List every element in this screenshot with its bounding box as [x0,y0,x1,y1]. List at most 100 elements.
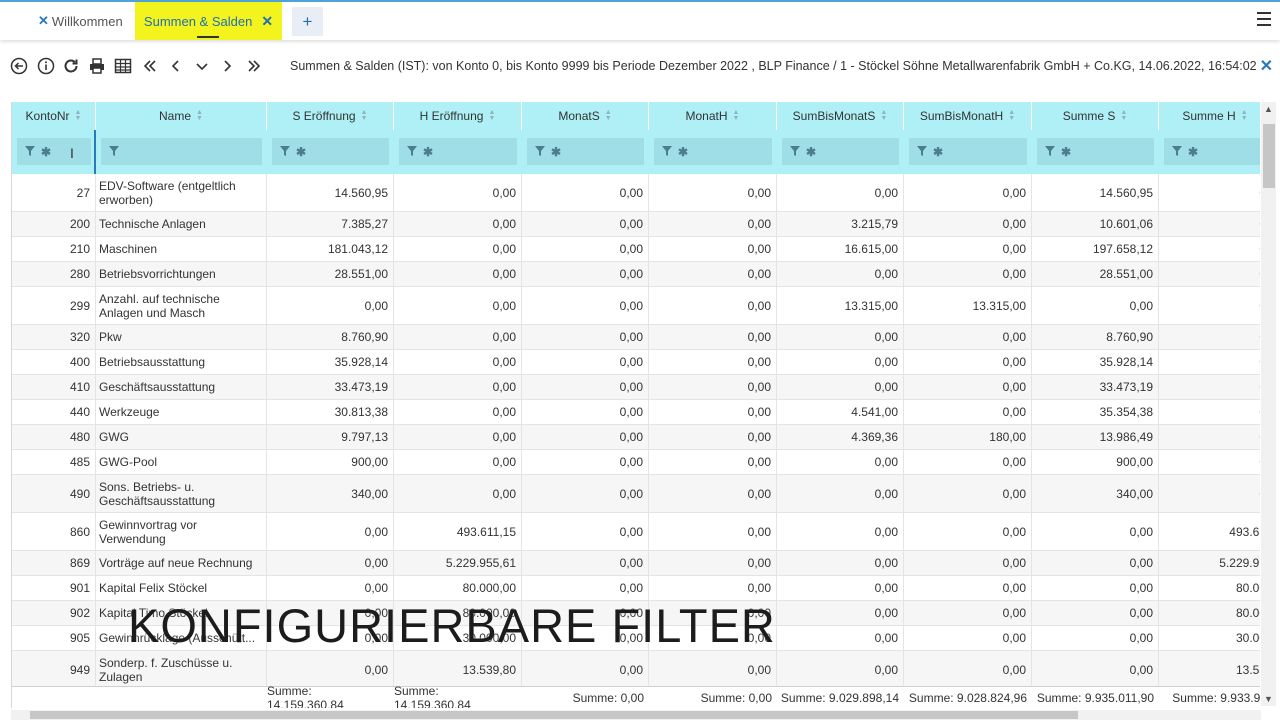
sort-icon[interactable]: ▲ ▼ [733,109,740,122]
filter-mode-icon[interactable]: ✱ [806,145,816,159]
table-row[interactable]: 490 Sons. Betriebs- u. Geschäftsausstattu… [12,475,1260,513]
filter-icon[interactable] [662,145,672,159]
filter-icon[interactable] [109,145,119,159]
filter-focus-indicator [94,130,96,174]
filter-cell-monat-s[interactable]: ✱ [527,138,644,165]
previous-icon[interactable] [167,57,185,75]
cell-s-eroeff: 33.473,19 [267,375,394,399]
table-row[interactable]: 200 Technische Anlagen 7.385,27 0,00 0,00 0,0… [12,212,1260,237]
table-row[interactable]: 860 Gewinnvortrag vor Verwendung 0,00 493.6… [12,513,1260,551]
filter-mode-icon[interactable]: ✱ [41,145,51,159]
vertical-scroll-thumb[interactable] [1263,124,1275,188]
table-row[interactable]: 299 Anzahl. auf technische Anlagen und Ma… [12,287,1260,325]
table-row[interactable]: 480 GWG 9.797,13 0,00 0,00 0,00 4.369,36 180,00… [12,425,1260,450]
sort-icon[interactable]: ▲ ▼ [1008,109,1015,122]
table-row[interactable]: 869 Vorträge auf neue Rechnung 0,00 5.229.9… [12,551,1260,576]
vertical-scrollbar[interactable] [1261,102,1276,706]
filter-cell-summe-s[interactable]: ✱ [1037,138,1154,165]
cell-sbm-h: 0,00 [904,651,1032,688]
cell-sbm-h: 0,00 [904,475,1032,512]
table-row[interactable]: 280 Betriebsvorrichtungen 28.551,00 0,00 0,0… [12,262,1260,287]
filter-icon[interactable] [1045,145,1055,159]
filter-mode-icon[interactable]: ✱ [678,145,688,159]
cell-h-eroeff: 80.000,00 [394,576,522,600]
print-icon[interactable] [88,57,106,75]
table-row[interactable]: 210 Maschinen 181.043,12 0,00 0,00 0,00 16.615… [12,237,1260,262]
table-row[interactable]: 410 Geschäftsausstattung 33.473,19 0,00 0,00… [12,375,1260,400]
column-header-monat-s[interactable]: MonatS ▲ ▼ [522,102,649,130]
sort-icon[interactable]: ▲ ▼ [488,109,495,122]
filter-cell-sbm-h[interactable]: ✱ [909,138,1027,165]
column-header-h-eroeff[interactable]: H Eröffnung ▲ ▼ [394,102,522,130]
filter-cell-h-eroeff[interactable]: ✱ [399,138,517,165]
filter-icon[interactable] [407,145,417,159]
sort-icon[interactable]: ▲ ▼ [880,109,887,122]
filter-icon[interactable] [535,145,545,159]
grid-header: KontoNr ▲ ▼ Name ▲ ▼ S Eröffnung ▲ ▼ H Eröffnung ▲… [12,102,1260,130]
chevron-down-icon[interactable] [193,57,211,75]
close-icon[interactable]: ✕ [38,13,49,29]
filter-mode-icon[interactable]: ✱ [1188,145,1198,159]
scroll-down-icon[interactable]: ▼ [1264,694,1273,704]
table-row[interactable]: 949 Sonderp. f. Zuschüsse u. Zulagen 0,00 1… [12,651,1260,689]
filter-icon[interactable] [790,145,800,159]
table-icon[interactable] [114,57,132,75]
filter-mode-icon[interactable]: ✱ [551,145,561,159]
column-header-konto[interactable]: KontoNr ▲ ▼ [12,102,96,130]
filter-cell-summe-h[interactable]: ✱ [1164,138,1260,165]
table-row[interactable]: 27 EDV-Software (entgeltlich erworben) 14.… [12,174,1260,212]
horizontal-scroll-thumb[interactable] [30,711,1078,719]
cell-sbm-s: 0,00 [777,513,904,550]
refresh-icon[interactable] [62,57,80,75]
column-header-sbm-s[interactable]: SumBisMonatS ▲ ▼ [777,102,904,130]
column-header-summe-s[interactable]: Summe S ▲ ▼ [1032,102,1159,130]
filter-cell-s-eroeff[interactable]: ✱ [272,138,389,165]
back-icon[interactable] [10,57,28,75]
column-header-sbm-h[interactable]: SumBisMonatH ▲ ▼ [904,102,1032,130]
column-header-summe-h[interactable]: Summe H ▲ ▼ [1159,102,1260,130]
last-page-icon[interactable] [245,57,263,75]
filter-mode-icon[interactable]: ✱ [1061,145,1071,159]
cell-sbm-h: 0,00 [904,350,1032,374]
filter-icon[interactable] [25,145,35,159]
filter-cell-monat-h[interactable]: ✱ [654,138,772,165]
filter-cell-konto[interactable]: ✱ [17,138,91,165]
cell-summe-h: 5.229.95 [1159,551,1260,575]
close-icon[interactable]: ✕ [1260,56,1273,76]
next-icon[interactable] [218,57,236,75]
tab-welcome[interactable]: ✕ Willkommen [38,2,123,40]
column-header-monat-h[interactable]: MonatH ▲ ▼ [649,102,777,130]
table-row[interactable]: 320 Pkw 8.760,90 0,00 0,00 0,00 0,00 0,00 8.760,… [12,325,1260,350]
close-icon[interactable]: ✕ [261,13,273,30]
tab-summen-salden[interactable]: Summen & Salden ✕ [135,2,282,40]
info-icon[interactable] [37,57,55,75]
sort-icon[interactable]: ▲ ▼ [1241,109,1248,122]
add-tab-button[interactable]: + [292,7,323,36]
footer-sum-h-eroeff: Summe: 14.159.360,84 [394,684,471,708]
filter-mode-icon[interactable]: ✱ [933,145,943,159]
hamburger-menu-icon[interactable] [1257,12,1271,30]
sort-icon[interactable]: ▲ ▼ [75,109,82,122]
table-row[interactable]: 440 Werkzeuge 30.813,38 0,00 0,00 0,00 4.541,0… [12,400,1260,425]
filter-cell-sbm-s[interactable]: ✱ [782,138,899,165]
column-header-name[interactable]: Name ▲ ▼ [96,102,267,130]
cell-konto: 27 [12,174,96,211]
filter-icon[interactable] [917,145,927,159]
filter-icon[interactable] [1172,145,1182,159]
table-row[interactable]: 485 GWG-Pool 900,00 0,00 0,00 0,00 0,00 0,00 900… [12,450,1260,475]
cell-monat-s: 0,00 [522,237,649,261]
filter-cell-name[interactable] [101,138,262,165]
first-page-icon[interactable] [141,57,159,75]
table-row[interactable]: 400 Betriebsausstattung 35.928,14 0,00 0,00 0… [12,350,1260,375]
cell-s-eroeff: 0,00 [267,576,394,600]
sort-icon[interactable]: ▲ ▼ [605,109,612,122]
column-header-label: Summe S [1062,109,1116,123]
sort-icon[interactable]: ▲ ▼ [1120,109,1127,122]
column-header-s-eroeff[interactable]: S Eröffnung ▲ ▼ [267,102,394,130]
filter-mode-icon[interactable]: ✱ [296,145,306,159]
filter-mode-icon[interactable]: ✱ [423,145,433,159]
filter-icon[interactable] [280,145,290,159]
sort-icon[interactable]: ▲ ▼ [196,109,203,122]
sort-icon[interactable]: ▲ ▼ [361,109,368,122]
scroll-up-icon[interactable]: ▲ [1264,104,1273,114]
